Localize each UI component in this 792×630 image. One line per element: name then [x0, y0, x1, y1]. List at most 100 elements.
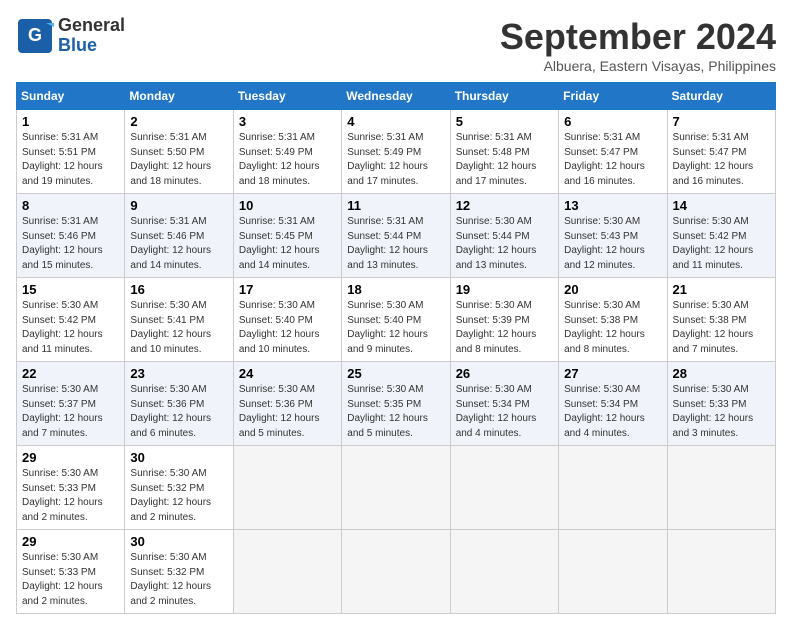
calendar-cell: 29Sunrise: 5:30 AMSunset: 5:33 PMDayligh… [17, 530, 125, 614]
day-number: 16 [130, 282, 227, 297]
calendar-cell [233, 446, 341, 530]
svg-text:G: G [28, 25, 42, 45]
calendar-cell: 17Sunrise: 5:30 AMSunset: 5:40 PMDayligh… [233, 278, 341, 362]
day-info: Sunrise: 5:30 AMSunset: 5:35 PMDaylight:… [347, 383, 444, 441]
day-number: 10 [239, 198, 336, 213]
day-info: Sunrise: 5:31 AMSunset: 5:46 PMDaylight:… [130, 215, 227, 273]
calendar-week-5: 29Sunrise: 5:30 AMSunset: 5:33 PMDayligh… [17, 446, 776, 530]
calendar-cell: 23 Sunrise: 5:30 AMSunset: 5:36 PMDayligh… [125, 362, 233, 446]
calendar-cell: 30 Sunrise: 5:30 AMSunset: 5:32 PMDayligh… [125, 530, 233, 614]
calendar-cell: 25 Sunrise: 5:30 AMSunset: 5:35 PMDayligh… [342, 362, 450, 446]
logo-icon: G [16, 17, 54, 55]
day-number: 1 [22, 114, 119, 129]
calendar-cell [667, 530, 775, 614]
weekday-header-row: SundayMondayTuesdayWednesdayThursdayFrid… [17, 83, 776, 110]
day-info: Sunrise: 5:31 AMSunset: 5:48 PMDaylight:… [456, 131, 553, 189]
day-info: Sunrise: 5:30 AMSunset: 5:33 PMDaylight:… [673, 383, 770, 441]
day-info: Sunrise: 5:30 AMSunset: 5:33 PMDaylight:… [22, 467, 119, 525]
page-header: G General Blue September 2024 Albuera, E… [16, 16, 776, 74]
day-info: Sunrise: 5:30 AMSunset: 5:38 PMDaylight:… [673, 299, 770, 357]
calendar-cell: 27Sunrise: 5:30 AMSunset: 5:34 PMDayligh… [559, 362, 667, 446]
day-number: 15 [22, 282, 119, 297]
calendar-cell [667, 446, 775, 530]
day-info: Sunrise: 5:31 AMSunset: 5:51 PMDaylight:… [22, 131, 119, 189]
calendar-cell: 3 Sunrise: 5:31 AMSunset: 5:49 PMDaylight… [233, 110, 341, 194]
day-number: 14 [673, 198, 770, 213]
day-info: Sunrise: 5:30 AMSunset: 5:39 PMDaylight:… [456, 299, 553, 357]
day-number: 11 [347, 198, 444, 213]
day-number: 24 [239, 366, 336, 381]
day-info: Sunrise: 5:30 AMSunset: 5:41 PMDaylight:… [130, 299, 227, 357]
day-info: Sunrise: 5:30 AMSunset: 5:38 PMDaylight:… [564, 299, 661, 357]
day-number: 2 [130, 114, 227, 129]
calendar-cell: 2 Sunrise: 5:31 AMSunset: 5:50 PMDaylight… [125, 110, 233, 194]
calendar-cell: 6 Sunrise: 5:31 AMSunset: 5:47 PMDaylight… [559, 110, 667, 194]
day-info: Sunrise: 5:30 AMSunset: 5:36 PMDaylight:… [130, 383, 227, 441]
day-number: 8 [22, 198, 119, 213]
day-info: Sunrise: 5:30 AMSunset: 5:37 PMDaylight:… [22, 383, 119, 441]
day-info: Sunrise: 5:31 AMSunset: 5:45 PMDaylight:… [239, 215, 336, 273]
calendar-cell: 4Sunrise: 5:31 AMSunset: 5:49 PMDaylight… [342, 110, 450, 194]
day-info: Sunrise: 5:31 AMSunset: 5:50 PMDaylight:… [130, 131, 227, 189]
location-title: Albuera, Eastern Visayas, Philippines [500, 58, 776, 74]
calendar-cell [559, 446, 667, 530]
calendar-week-1: 1 Sunrise: 5:31 AMSunset: 5:51 PMDaylight… [17, 110, 776, 194]
day-number: 25 [347, 366, 444, 381]
day-number: 30 [130, 450, 227, 465]
day-info: Sunrise: 5:30 AMSunset: 5:33 PMDaylight:… [22, 551, 119, 609]
calendar-cell: 29Sunrise: 5:30 AMSunset: 5:33 PMDayligh… [17, 446, 125, 530]
calendar-cell [450, 446, 558, 530]
day-number: 21 [673, 282, 770, 297]
calendar-cell: 7Sunrise: 5:31 AMSunset: 5:47 PMDaylight… [667, 110, 775, 194]
calendar-cell: 9Sunrise: 5:31 AMSunset: 5:46 PMDaylight… [125, 194, 233, 278]
calendar-cell [559, 530, 667, 614]
calendar-cell: 30 Sunrise: 5:30 AMSunset: 5:32 PMDayligh… [125, 446, 233, 530]
day-number: 19 [456, 282, 553, 297]
day-info: Sunrise: 5:31 AMSunset: 5:49 PMDaylight:… [239, 131, 336, 189]
day-info: Sunrise: 5:30 AMSunset: 5:34 PMDaylight:… [456, 383, 553, 441]
calendar-cell: 15 Sunrise: 5:30 AMSunset: 5:42 PMDayligh… [17, 278, 125, 362]
calendar-cell: 18Sunrise: 5:30 AMSunset: 5:40 PMDayligh… [342, 278, 450, 362]
day-number: 30 [130, 534, 227, 549]
logo-line2: Blue [58, 36, 125, 56]
calendar-table: SundayMondayTuesdayWednesdayThursdayFrid… [16, 82, 776, 614]
day-number: 28 [673, 366, 770, 381]
day-number: 23 [130, 366, 227, 381]
day-number: 26 [456, 366, 553, 381]
day-info: Sunrise: 5:30 AMSunset: 5:44 PMDaylight:… [456, 215, 553, 273]
day-number: 22 [22, 366, 119, 381]
calendar-cell [342, 446, 450, 530]
weekday-header-friday: Friday [559, 83, 667, 110]
calendar-cell: 26 Sunrise: 5:30 AMSunset: 5:34 PMDayligh… [450, 362, 558, 446]
month-title: September 2024 [500, 16, 776, 58]
day-info: Sunrise: 5:30 AMSunset: 5:32 PMDaylight:… [130, 467, 227, 525]
day-number: 12 [456, 198, 553, 213]
day-number: 27 [564, 366, 661, 381]
calendar-cell: 24Sunrise: 5:30 AMSunset: 5:36 PMDayligh… [233, 362, 341, 446]
title-block: September 2024 Albuera, Eastern Visayas,… [500, 16, 776, 74]
calendar-cell: 28 Sunrise: 5:30 AMSunset: 5:33 PMDayligh… [667, 362, 775, 446]
weekday-header-tuesday: Tuesday [233, 83, 341, 110]
day-info: Sunrise: 5:30 AMSunset: 5:42 PMDaylight:… [22, 299, 119, 357]
day-number: 5 [456, 114, 553, 129]
logo-line1: General [58, 16, 125, 36]
calendar-cell: 14Sunrise: 5:30 AMSunset: 5:42 PMDayligh… [667, 194, 775, 278]
calendar-cell [450, 530, 558, 614]
day-number: 18 [347, 282, 444, 297]
day-number: 3 [239, 114, 336, 129]
calendar-cell: 13 Sunrise: 5:30 AMSunset: 5:43 PMDayligh… [559, 194, 667, 278]
calendar-week-2: 8 Sunrise: 5:31 AMSunset: 5:46 PMDaylight… [17, 194, 776, 278]
calendar-week-3: 15 Sunrise: 5:30 AMSunset: 5:42 PMDayligh… [17, 278, 776, 362]
weekday-header-monday: Monday [125, 83, 233, 110]
weekday-header-saturday: Saturday [667, 83, 775, 110]
calendar-cell [342, 530, 450, 614]
day-info: Sunrise: 5:31 AMSunset: 5:47 PMDaylight:… [564, 131, 661, 189]
day-info: Sunrise: 5:31 AMSunset: 5:47 PMDaylight:… [673, 131, 770, 189]
day-info: Sunrise: 5:30 AMSunset: 5:32 PMDaylight:… [130, 551, 227, 609]
weekday-header-wednesday: Wednesday [342, 83, 450, 110]
calendar-cell: 12 Sunrise: 5:30 AMSunset: 5:44 PMDayligh… [450, 194, 558, 278]
calendar-week-4: 22 Sunrise: 5:30 AMSunset: 5:37 PMDayligh… [17, 362, 776, 446]
day-number: 6 [564, 114, 661, 129]
day-info: Sunrise: 5:30 AMSunset: 5:43 PMDaylight:… [564, 215, 661, 273]
day-number: 13 [564, 198, 661, 213]
